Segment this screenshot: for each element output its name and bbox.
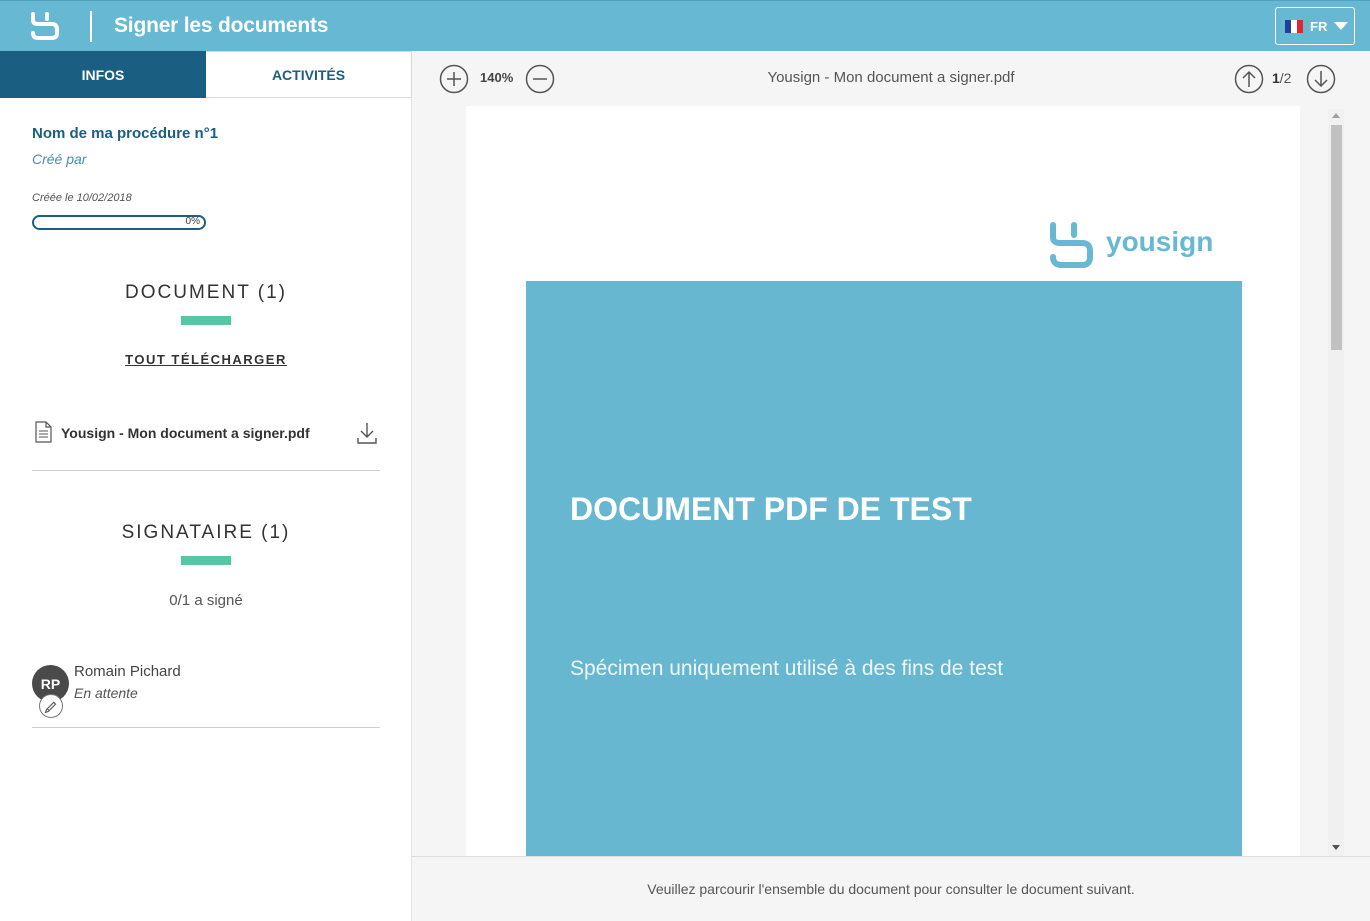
documents-accent-bar [181, 316, 231, 325]
procedure-progress-bar: 0% [32, 215, 206, 230]
pdf-cover-block: DOCUMENT PDF DE TEST Spécimen uniquement… [526, 281, 1242, 856]
scroll-down-icon[interactable] [1332, 845, 1340, 850]
document-name: Yousign - Mon document a signer.pdf [61, 425, 310, 441]
pen-icon [39, 694, 63, 718]
viewer-footer: Veuillez parcourir l'ensemble du documen… [412, 856, 1370, 921]
sidebar: INFOS ACTIVITÉS Nom de ma procédure n°1 … [0, 51, 412, 921]
procedure-name: Nom de ma procédure n°1 [32, 125, 219, 142]
viewer-document-title: Yousign - Mon document a signer.pdf [767, 69, 1015, 86]
signer-list-item[interactable]: RP Romain Pichard En attente [32, 651, 380, 728]
language-code: FR [1310, 19, 1328, 34]
procedure-created-by: Créé par [32, 151, 87, 167]
chevron-down-icon [1334, 22, 1348, 30]
page-total: /2 [1279, 70, 1292, 86]
language-selector[interactable]: FR [1275, 7, 1355, 45]
page-indicator: 1/2 [1272, 70, 1291, 86]
document-list-item[interactable]: Yousign - Mon document a signer.pdf [32, 411, 380, 471]
footer-message: Veuillez parcourir l'ensemble du documen… [647, 881, 1135, 897]
arrow-down-icon[interactable] [1306, 64, 1336, 94]
yousign-logo-icon[interactable] [30, 11, 60, 41]
documents-section-title: DOCUMENT (1) [125, 282, 287, 303]
signed-count: 0/1 a signé [169, 592, 243, 609]
sidebar-tabs: INFOS ACTIVITÉS [0, 51, 412, 98]
header-divider [90, 11, 92, 42]
tab-activites[interactable]: ACTIVITÉS [206, 51, 412, 98]
pdf-page: yousign DOCUMENT PDF DE TEST Spécimen un… [466, 106, 1300, 856]
download-all-link[interactable]: TOUT TÉLÉCHARGER [0, 352, 412, 367]
progress-label: 0% [185, 216, 200, 227]
app-header: Signer les documents FR [0, 0, 1370, 51]
pdf-subtitle: Spécimen uniquement utilisé à des fins d… [570, 657, 1004, 680]
arrow-up-icon[interactable] [1234, 64, 1264, 94]
signers-accent-bar [181, 556, 231, 565]
pdf-heading: DOCUMENT PDF DE TEST [570, 491, 972, 527]
page-current: 1 [1272, 70, 1280, 86]
yousign-logo-icon [1050, 222, 1093, 268]
document-viewer: 140% Yousign - Mon document a signer.pdf… [412, 51, 1370, 856]
page-title: Signer les documents [114, 14, 329, 37]
signers-section-title: SIGNATAIRE (1) [121, 522, 291, 543]
signer-status: En attente [74, 685, 138, 701]
scroll-up-icon[interactable] [1332, 113, 1340, 118]
procedure-created-on: Créée le 10/02/2018 [32, 192, 132, 204]
france-flag-icon [1285, 20, 1303, 33]
pdf-logo-text: yousign [1106, 226, 1214, 257]
scrollbar-thumb[interactable] [1331, 125, 1342, 350]
tab-infos[interactable]: INFOS [0, 51, 206, 98]
download-icon[interactable] [356, 421, 378, 445]
file-icon [35, 421, 52, 443]
signer-name: Romain Pichard [74, 663, 181, 680]
viewer-scrollbar[interactable] [1328, 109, 1344, 856]
